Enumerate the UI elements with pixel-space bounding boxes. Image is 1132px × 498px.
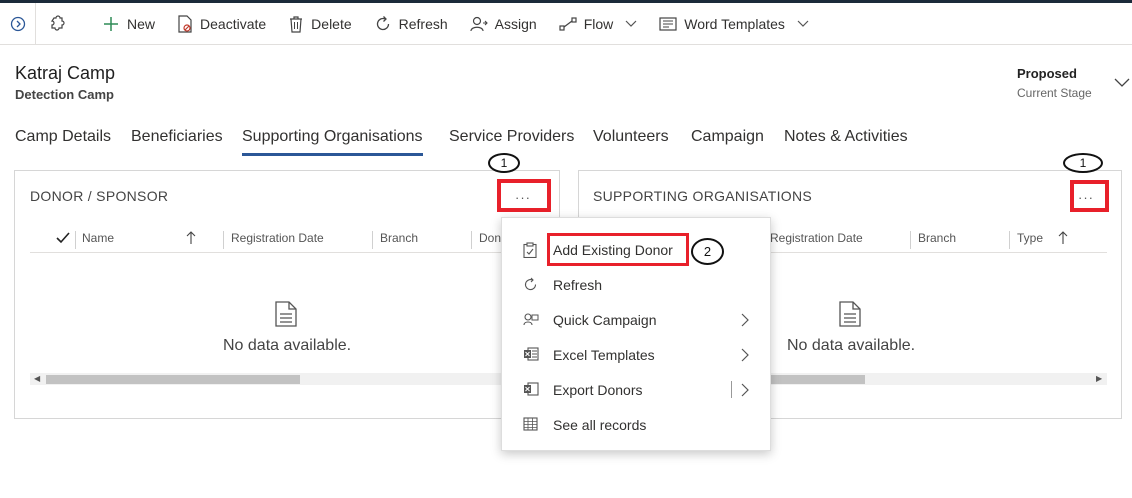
annotation-marker-1: 1 [488,153,520,173]
refresh-label: Refresh [398,15,448,32]
menu-label: Refresh [553,276,603,293]
refresh-icon [376,15,389,30]
excel-export-icon [524,382,539,396]
flow-icon [559,16,577,31]
col-branch[interactable]: Branch [918,223,956,253]
deactivate-icon [178,14,192,33]
trash-icon [290,15,303,33]
menu-item-refresh[interactable]: Refresh [502,267,772,302]
deactivate-button[interactable]: Deactivate [166,3,277,45]
col-registration-date[interactable]: Registration Date [770,223,863,253]
word-templates-button[interactable]: Word Templates [648,3,820,45]
donor-sponsor-panel: DONOR / SPONSOR ··· Name Registration Da… [14,170,560,419]
deactivate-label: Deactivate [200,15,267,32]
orgs-empty-text: No data available. [787,337,916,354]
puzzle-icon [50,14,65,31]
stage-label: Current Stage [1017,86,1092,100]
document-icon [275,301,297,327]
tab-service-providers[interactable]: Service Providers [449,128,574,154]
assign-button[interactable]: Assign [459,3,548,45]
menu-label: Quick Campaign [553,311,657,328]
annotation-marker-2: 2 [691,238,724,265]
sort-ascending-icon[interactable] [1058,223,1068,253]
scroll-thumb[interactable] [46,375,300,384]
document-icon [839,301,861,327]
donor-horizontal-scrollbar[interactable]: ◀ [30,373,530,385]
quick-campaign-icon [523,313,539,326]
scroll-left-icon[interactable]: ◀ [34,373,40,385]
settings-button[interactable] [36,3,85,45]
word-templates-label: Word Templates [684,15,785,32]
clipboard-icon [523,242,537,258]
col-name[interactable]: Name [82,223,114,253]
orgs-more-highlight [1070,180,1109,212]
tab-campaign[interactable]: Campaign [691,128,764,154]
record-entity: Detection Camp [15,87,114,102]
table-icon [523,417,538,431]
tab-camp-details[interactable]: Camp Details [15,128,111,154]
plus-icon [104,16,118,31]
refresh-icon [525,277,537,291]
split-divider [731,381,732,398]
tab-notes-activities[interactable]: Notes & Activities [784,128,908,154]
menu-label: See all records [553,416,647,433]
donor-grid-header: Name Registration Date Branch Don [30,223,530,253]
donor-more-highlight [497,179,551,212]
scroll-right-icon[interactable]: ▶ [1096,373,1102,385]
col-registration-date[interactable]: Registration Date [231,223,324,253]
sort-ascending-icon[interactable] [186,223,196,253]
record-title: Katraj Camp [15,63,116,83]
tab-volunteers[interactable]: Volunteers [593,128,669,154]
menu-label: Excel Templates [553,346,655,363]
refresh-button[interactable]: Refresh [363,3,459,45]
stage-value: Proposed [1017,66,1077,81]
col-type[interactable]: Type [1017,223,1043,253]
menu-label: Export Donors [553,381,643,398]
col-donor-type[interactable]: Don [479,223,501,253]
flow-label: Flow [583,15,614,32]
assign-person-icon [470,16,488,31]
select-all-checkmark[interactable] [56,223,70,253]
menu-item-export-donors[interactable]: Export Donors [502,372,772,407]
new-button[interactable]: New [91,3,166,45]
delete-button[interactable]: Delete [277,3,362,45]
new-label: New [127,15,156,32]
donor-panel-title: DONOR / SPONSOR [30,188,169,204]
chevron-down-icon [625,20,637,27]
excel-icon [524,347,539,361]
add-existing-donor-highlight [547,233,689,266]
orgs-panel-title: SUPPORTING ORGANISATIONS [593,188,813,204]
checkmark-icon [56,232,70,244]
word-template-icon [659,16,677,31]
command-bar: New Deactivate Delete Refresh Assign Flo… [0,2,1132,45]
menu-item-see-all-records[interactable]: See all records [502,407,772,442]
donor-empty-text: No data available. [223,337,352,354]
tab-beneficiaries[interactable]: Beneficiaries [131,128,223,154]
chevron-right-icon [741,348,749,362]
menu-item-quick-campaign[interactable]: Quick Campaign [502,302,772,337]
menu-item-excel-templates[interactable]: Excel Templates [502,337,772,372]
chevron-right-icon [741,383,749,397]
annotation-marker-1: 1 [1063,153,1103,173]
flow-button[interactable]: Flow [548,3,649,45]
chevron-down-icon [797,20,809,27]
delete-label: Delete [311,15,352,32]
tab-supporting-organisations[interactable]: Supporting Organisations [242,128,423,156]
col-branch[interactable]: Branch [380,223,418,253]
chevron-right-icon [741,313,749,327]
chevron-down-icon[interactable] [1114,78,1130,88]
site-map-toggle[interactable] [0,2,36,45]
assign-label: Assign [494,15,537,32]
chevron-circle-icon [10,16,25,31]
